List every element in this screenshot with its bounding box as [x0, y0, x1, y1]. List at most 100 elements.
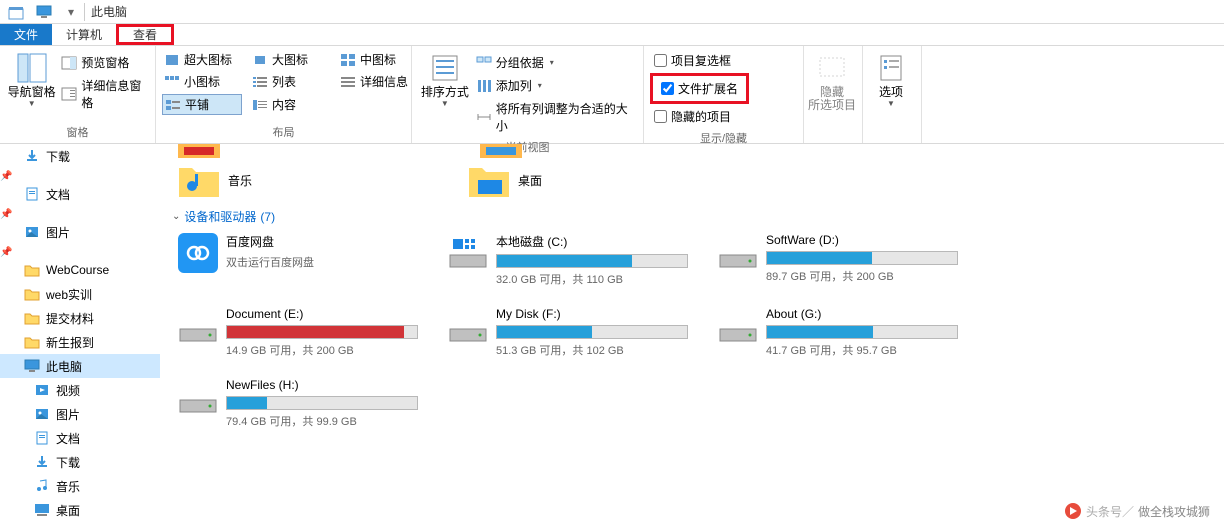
- group-icon: [476, 56, 492, 70]
- folder-item[interactable]: 桌面: [468, 162, 698, 198]
- pc-icon: [36, 4, 52, 20]
- drive-name: 本地磁盘 (C:): [496, 233, 688, 250]
- drive-item[interactable]: 百度网盘双击运行百度网盘: [178, 233, 418, 287]
- drive-usage-bar: [496, 254, 688, 268]
- ribbon: 导航窗格 ▼ 预览窗格 详细信息窗格 窗格 超大图标 大图标: [0, 46, 1224, 144]
- folder-icon: [24, 287, 40, 301]
- titlebar: ▾ 此电脑: [0, 0, 1224, 24]
- checkbox-input[interactable]: [654, 54, 667, 67]
- tab-file[interactable]: 文件: [0, 24, 52, 45]
- drive-item[interactable]: Document (E:)14.9 GB 可用，共 200 GB: [178, 307, 418, 358]
- sidebar-item[interactable]: 图片: [0, 220, 160, 244]
- grid-icon: [252, 53, 268, 67]
- tab-computer-label: 计算机: [66, 26, 102, 43]
- drive-sub: 89.7 GB 可用，共 200 GB: [766, 268, 958, 284]
- drive-name: 百度网盘: [226, 233, 418, 250]
- sidebar-item[interactable]: 文档: [0, 182, 160, 206]
- sidebar-item[interactable]: 下载: [0, 144, 160, 168]
- sidebar: 下载📌文档📌图片📌WebCourseweb实训提交材料新生报到此电脑视频图片文档…: [0, 144, 160, 528]
- folder-label: 音乐: [228, 172, 252, 189]
- tab-view[interactable]: 查看: [116, 24, 174, 45]
- sidebar-item-label: 图片: [56, 406, 80, 423]
- sidebar-item[interactable]: WebCourse: [0, 258, 160, 282]
- sidebar-item[interactable]: 下载: [0, 450, 160, 474]
- add-columns-button[interactable]: 添加列▾: [472, 75, 637, 96]
- sidebar-item-label: 视频: [56, 382, 80, 399]
- chevron-down-icon: ⌄: [172, 211, 180, 222]
- layout-extra-large[interactable]: 超大图标: [162, 50, 242, 69]
- layout-details[interactable]: 详细信息: [338, 72, 418, 91]
- folder-icon: [24, 263, 40, 277]
- section-count: (7): [260, 210, 275, 224]
- chevron-down-icon: ▼: [887, 99, 895, 108]
- sidebar-item[interactable]: 提交材料: [0, 306, 160, 330]
- tab-computer[interactable]: 计算机: [52, 24, 116, 45]
- drive-name: About (G:): [766, 307, 958, 321]
- size-all-button[interactable]: 将所有列调整为合适的大小: [472, 98, 637, 136]
- details-pane-label: 详细信息窗格: [81, 77, 145, 111]
- drive-item[interactable]: 本地磁盘 (C:) 32.0 GB 可用，共 110 GB: [448, 233, 688, 287]
- sidebar-item-label: 新生报到: [46, 334, 94, 351]
- drive-item[interactable]: NewFiles (H:)79.4 GB 可用，共 99.9 GB: [178, 378, 418, 429]
- checkbox-input[interactable]: [661, 82, 674, 95]
- sidebar-item-label: 音乐: [56, 478, 80, 495]
- drive-item[interactable]: SoftWare (D:)89.7 GB 可用，共 200 GB: [718, 233, 958, 287]
- chevron-down-icon: ▼: [441, 99, 449, 108]
- checkbox-item-checkboxes[interactable]: 项目复选框: [650, 50, 735, 71]
- layout-medium[interactable]: 中图标: [338, 50, 418, 69]
- folder-icon: [178, 162, 220, 198]
- dropdown-caret-icon[interactable]: ▾: [68, 5, 74, 19]
- sidebar-item[interactable]: 桌面: [0, 498, 160, 522]
- preview-pane-button[interactable]: 预览窗格: [57, 52, 149, 73]
- hide-selected-button[interactable]: 隐藏 所选项目: [804, 50, 860, 112]
- sidebar-item[interactable]: 视频: [0, 378, 160, 402]
- layout-large[interactable]: 大图标: [250, 50, 330, 69]
- checkbox-hidden-items[interactable]: 隐藏的项目: [650, 106, 735, 127]
- details-pane-icon: [61, 87, 77, 101]
- options-button[interactable]: 选项 ▼: [863, 50, 919, 108]
- sidebar-item[interactable]: 文档: [0, 426, 160, 450]
- group-by-button[interactable]: 分组依据▾: [472, 52, 637, 73]
- layout-content[interactable]: 内容: [250, 94, 330, 115]
- layout-small[interactable]: 小图标: [162, 72, 242, 91]
- checkbox-file-ext[interactable]: 文件扩展名: [657, 78, 742, 99]
- drive-sub: 41.7 GB 可用，共 95.7 GB: [766, 342, 958, 358]
- checkbox-input[interactable]: [654, 110, 667, 123]
- layout-tiles[interactable]: 平铺: [162, 94, 242, 115]
- tab-view-label: 查看: [133, 26, 157, 43]
- drive-sub: 14.9 GB 可用，共 200 GB: [226, 342, 418, 358]
- quick-access-icon[interactable]: [8, 4, 24, 20]
- chevron-down-icon: ▼: [28, 99, 36, 108]
- sidebar-item[interactable]: 音乐: [0, 474, 160, 498]
- drive-sub: 32.0 GB 可用，共 110 GB: [496, 271, 688, 287]
- section-devices[interactable]: ⌄ 设备和驱动器 (7): [172, 208, 1212, 225]
- drive-usage-bar: [496, 325, 688, 339]
- pic-icon: [24, 225, 40, 239]
- sidebar-item[interactable]: 此电脑: [0, 354, 160, 378]
- sidebar-item-label: 下载: [46, 148, 70, 165]
- drive-grid: 百度网盘双击运行百度网盘 本地磁盘 (C:) 32.0 GB 可用，共 110 GB…: [172, 233, 1212, 429]
- sidebar-item[interactable]: 图片: [0, 402, 160, 426]
- ribbon-group-layout: 超大图标 大图标 中图标 小图标 列表 详细信息 平铺 内容 布局: [156, 46, 412, 143]
- nav-pane-button[interactable]: 导航窗格 ▼: [6, 50, 57, 108]
- drive-item[interactable]: My Disk (F:)51.3 GB 可用，共 102 GB: [448, 307, 688, 358]
- folder-item[interactable]: 音乐: [178, 162, 408, 198]
- sort-button[interactable]: 排序方式 ▼: [418, 50, 472, 108]
- grid-icon: [164, 75, 180, 89]
- logo-icon: [1064, 502, 1082, 520]
- details-pane-button[interactable]: 详细信息窗格: [57, 75, 149, 113]
- download-icon: [24, 149, 40, 163]
- partial-icon: [178, 144, 220, 162]
- drive-item[interactable]: About (G:) 41.7 GB 可用，共 95.7 GB: [718, 307, 958, 358]
- drive-usage-bar: [226, 396, 418, 410]
- drive-icon: [178, 233, 218, 273]
- sidebar-item[interactable]: 本地磁盘 (C:): [0, 522, 160, 528]
- ribbon-group-showhide: 项目复选框 文件扩展名 隐藏的项目 显示/隐藏: [644, 46, 804, 143]
- sidebar-item-label: 下载: [56, 454, 80, 471]
- section-title: 设备和驱动器: [184, 208, 256, 225]
- drive-icon: [448, 233, 488, 273]
- layout-list[interactable]: 列表: [250, 72, 330, 91]
- sidebar-item[interactable]: 新生报到: [0, 330, 160, 354]
- hide-icon: [816, 52, 848, 84]
- sidebar-item[interactable]: web实训: [0, 282, 160, 306]
